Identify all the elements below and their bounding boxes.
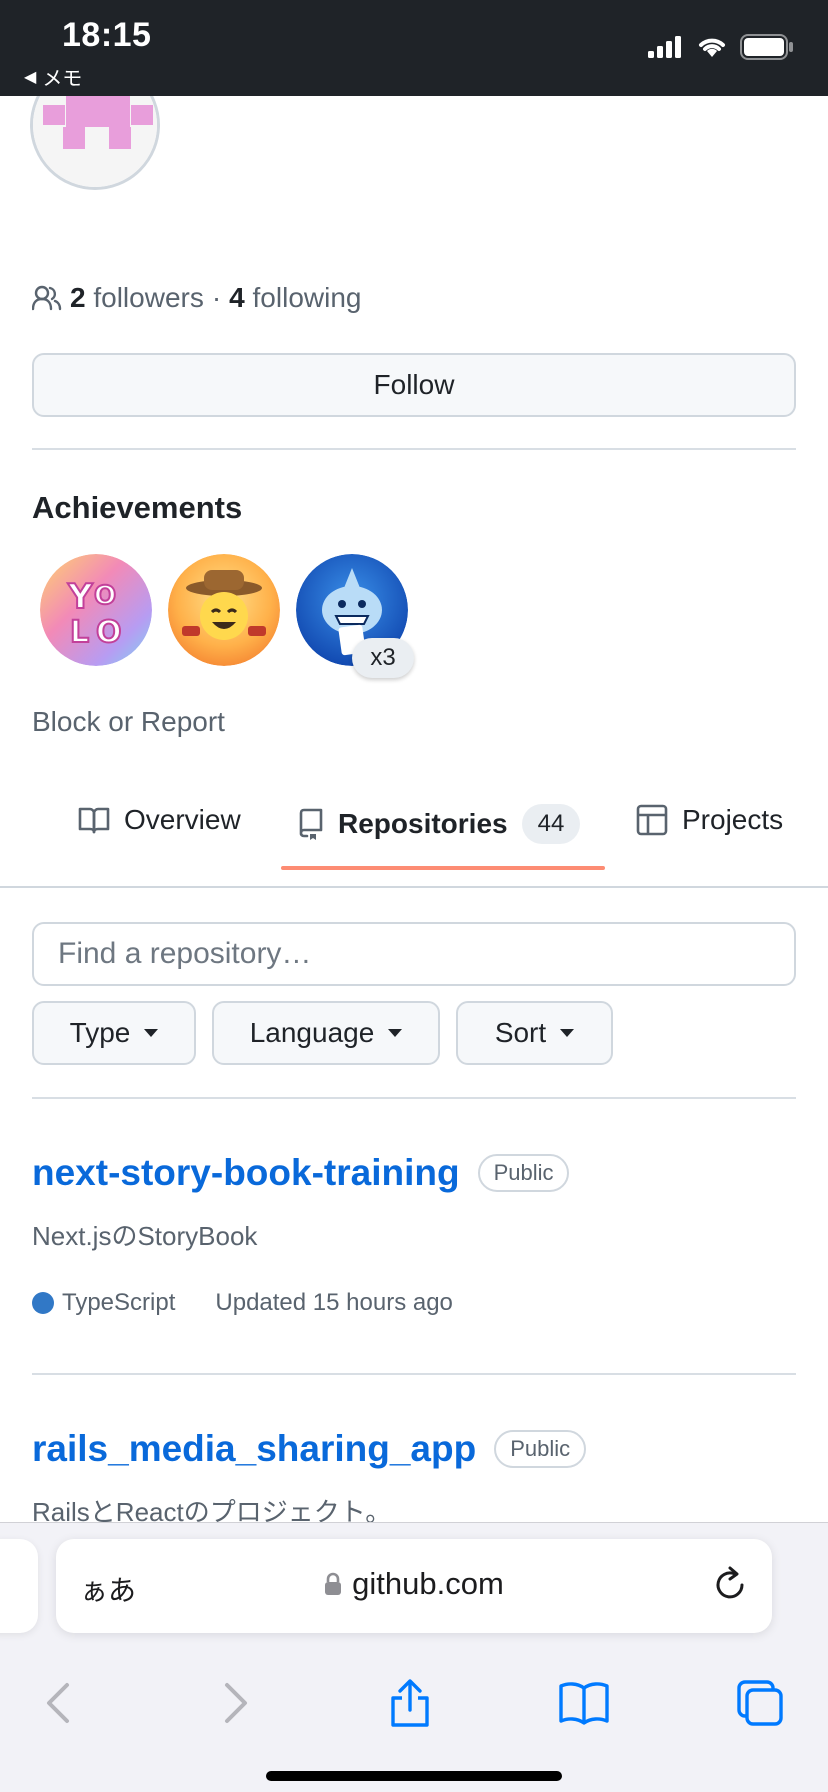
profile-tabs: Overview Repositories 44 Projects	[0, 776, 828, 888]
previous-tab-preview[interactable]	[0, 1539, 38, 1633]
following-count: 4	[229, 282, 245, 313]
achievements-title: Achievements	[32, 490, 243, 525]
svg-text:O: O	[96, 615, 122, 650]
lock-icon	[325, 1572, 342, 1595]
tab-overview[interactable]: Overview	[78, 804, 241, 836]
avatar[interactable]	[30, 96, 160, 190]
sort-filter-label: Sort	[494, 1017, 547, 1048]
status-bar: 18:15 ◀ メモ	[0, 0, 828, 96]
visibility-badge: Public	[494, 1430, 587, 1468]
battery-icon	[740, 34, 793, 60]
status-time: 18:15	[62, 16, 152, 54]
triangle-left-icon: ◀	[24, 68, 37, 86]
tab-overview-label: Overview	[124, 804, 241, 835]
find-repository-input[interactable]	[32, 922, 796, 986]
cellular-signal-icon	[648, 36, 681, 58]
followers-count: 2	[70, 282, 86, 313]
address-bar[interactable]: ぁあ github.com	[56, 1539, 772, 1633]
tab-repositories[interactable]: Repositories 44	[298, 804, 581, 844]
divider	[32, 1097, 796, 1099]
language-filter-label: Language	[249, 1017, 375, 1048]
svg-text:O: O	[94, 581, 116, 611]
followers-label: followers	[93, 282, 204, 313]
repo-name-link[interactable]: rails_media_sharing_app	[32, 1428, 476, 1470]
followers-link[interactable]: 2 followers	[70, 282, 204, 314]
language-color-dot	[32, 1292, 54, 1314]
status-icons	[648, 34, 794, 60]
type-filter-label: Type	[69, 1017, 131, 1048]
repo-item: next-story-book-training Public Next.jsの…	[32, 1152, 570, 1317]
book-icon	[78, 807, 110, 834]
sort-filter-button[interactable]: Sort	[456, 1001, 613, 1065]
repo-updated: Updated 15 hours ago	[215, 1289, 453, 1316]
divider	[32, 448, 796, 450]
identicon-avatar-icon	[33, 96, 157, 187]
repo-icon	[299, 808, 323, 840]
table-icon	[636, 804, 668, 836]
url-text: github.com	[352, 1566, 504, 1601]
caret-down-icon	[560, 1029, 575, 1037]
yolo-badge-icon[interactable]: Y O L O	[40, 554, 152, 666]
reload-icon[interactable]	[712, 1565, 748, 1603]
active-tab-underline	[281, 866, 605, 870]
tabs-icon[interactable]	[730, 1673, 790, 1733]
repositories-counter: 44	[521, 804, 581, 844]
repo-name-link[interactable]: next-story-book-training	[32, 1152, 460, 1194]
svg-text:Y: Y	[67, 577, 93, 617]
divider	[32, 1373, 796, 1375]
block-or-report-link[interactable]: Block or Report	[32, 706, 225, 738]
follow-stats: 2 followers · 4 following	[32, 282, 361, 314]
back-app-label: メモ	[42, 68, 83, 90]
repo-description: RailsとReactのプロジェクト。	[32, 1497, 392, 1522]
achievement-count-badge: x3	[352, 638, 414, 678]
language-filter-button[interactable]: Language	[212, 1001, 440, 1065]
forward-icon[interactable]	[206, 1673, 266, 1733]
share-icon[interactable]	[380, 1673, 440, 1733]
repo-language: TypeScript	[32, 1289, 175, 1317]
back-icon[interactable]	[28, 1673, 88, 1733]
browser-bottom-bar: ぁあ github.com	[0, 1522, 828, 1792]
visibility-badge: Public	[477, 1154, 570, 1192]
following-label: following	[252, 282, 362, 313]
tab-repositories-label: Repositories	[338, 808, 508, 839]
repo-description: Next.jsのStoryBook	[32, 1221, 258, 1251]
caret-down-icon	[144, 1029, 159, 1037]
tab-projects-label: Projects	[682, 804, 784, 835]
back-to-app[interactable]: ◀ メモ	[24, 62, 82, 91]
separator: ·	[211, 282, 222, 313]
tab-projects[interactable]: Projects	[636, 804, 783, 836]
language-label: TypeScript	[62, 1289, 176, 1316]
bookmarks-icon[interactable]	[554, 1673, 614, 1733]
svg-text:L: L	[70, 615, 89, 650]
following-link[interactable]: 4 following	[229, 282, 361, 314]
url-display: github.com	[56, 1566, 772, 1602]
people-icon	[32, 285, 62, 311]
wifi-icon	[699, 38, 725, 57]
follow-button[interactable]: Follow	[32, 353, 796, 417]
type-filter-button[interactable]: Type	[32, 1001, 196, 1065]
repo-item: rails_media_sharing_app Public RailsとRea…	[32, 1428, 587, 1522]
quickdraw-badge-icon[interactable]	[168, 554, 280, 666]
caret-down-icon	[388, 1029, 403, 1037]
home-indicator	[266, 1771, 562, 1781]
